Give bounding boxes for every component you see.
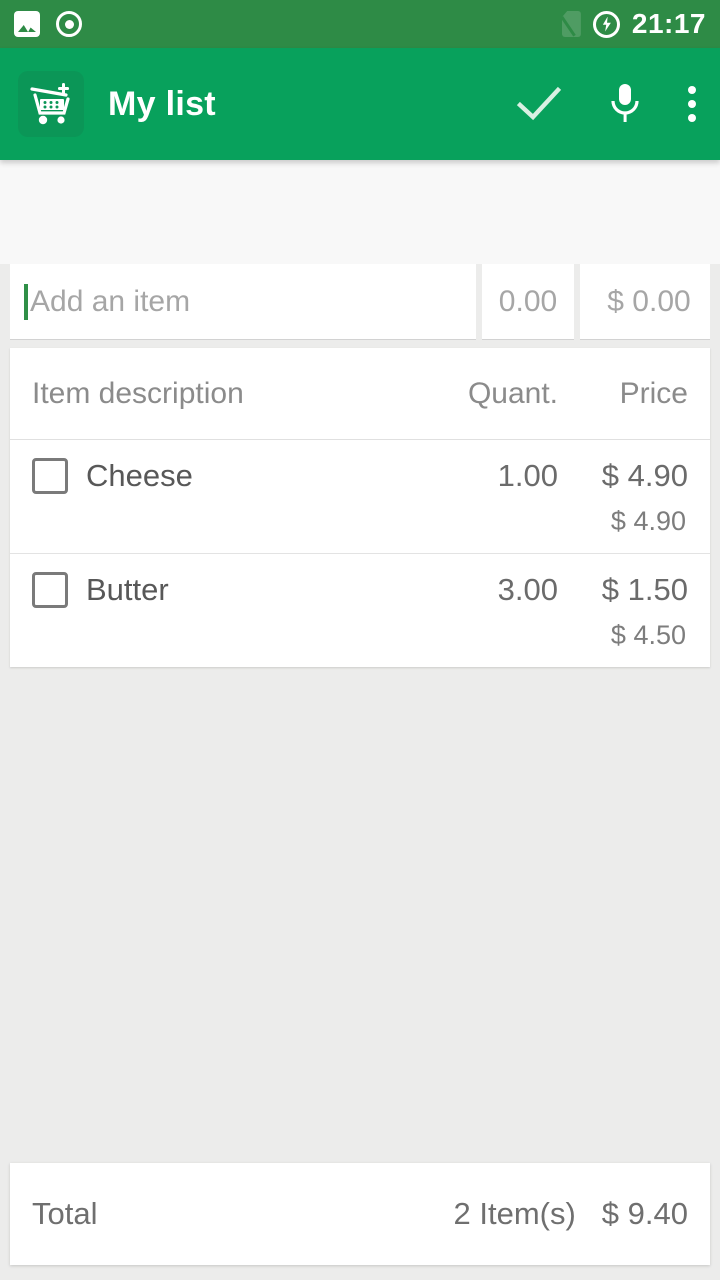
item-checkbox[interactable] <box>32 572 68 608</box>
item-quantity: 3.00 <box>497 572 558 607</box>
app-toolbar: My list <box>0 48 720 160</box>
item-subtotal: $ 4.90 <box>610 506 686 536</box>
no-sim-icon <box>561 11 581 37</box>
list-header: Item description Quant. Price <box>10 348 710 440</box>
status-bar-left-icons <box>14 11 82 37</box>
item-subtotal: $ 4.50 <box>610 620 686 650</box>
content-top-band <box>0 160 720 264</box>
add-item-quantity-input[interactable]: 0.00 <box>482 264 574 340</box>
item-price: $ 1.50 <box>601 572 688 607</box>
check-icon[interactable] <box>516 84 562 124</box>
total-item-count: 2 Item(s) <box>453 1196 576 1231</box>
table-row[interactable]: Cheese 1.00 $ 4.90 $ 4.90 <box>10 440 710 554</box>
item-name: Butter <box>86 572 169 607</box>
shopping-cart-add-icon[interactable] <box>18 71 84 137</box>
shopping-list-card: Item description Quant. Price Cheese 1.0… <box>10 348 710 667</box>
image-icon <box>14 11 40 37</box>
status-bar-clock: 21:17 <box>631 8 706 39</box>
more-vertical-icon[interactable] <box>688 86 696 122</box>
add-item-price-input[interactable]: $ 0.00 <box>580 264 710 340</box>
total-amount: $ 9.40 <box>601 1196 688 1231</box>
column-header-quantity: Quant. <box>467 376 558 410</box>
microphone-icon[interactable] <box>608 82 642 126</box>
screen-record-icon <box>56 11 82 37</box>
add-item-description-input[interactable]: Add an item <box>10 264 476 340</box>
toolbar-actions <box>516 82 702 126</box>
status-bar-right-icons: 21:17 <box>561 8 706 40</box>
app-screen: 21:17 My list Add an item 0.00 $ 0.00 It… <box>0 0 720 1280</box>
add-item-row: Add an item 0.00 $ 0.00 <box>10 264 710 340</box>
column-header-price: Price <box>619 376 688 410</box>
total-bar: Total 2 Item(s) $ 9.40 <box>10 1163 710 1265</box>
item-checkbox[interactable] <box>32 458 68 494</box>
table-row[interactable]: Butter 3.00 $ 1.50 $ 4.50 <box>10 554 710 667</box>
text-cursor <box>24 283 28 320</box>
charging-icon <box>592 10 620 38</box>
column-header-description: Item description <box>32 376 244 410</box>
page-title: My list <box>108 84 216 123</box>
item-name: Cheese <box>86 458 193 493</box>
total-label: Total <box>32 1196 98 1231</box>
status-bar: 21:17 <box>0 0 720 48</box>
item-quantity: 1.00 <box>497 458 558 493</box>
add-item-description-placeholder: Add an item <box>30 284 191 318</box>
item-price: $ 4.90 <box>601 458 688 493</box>
